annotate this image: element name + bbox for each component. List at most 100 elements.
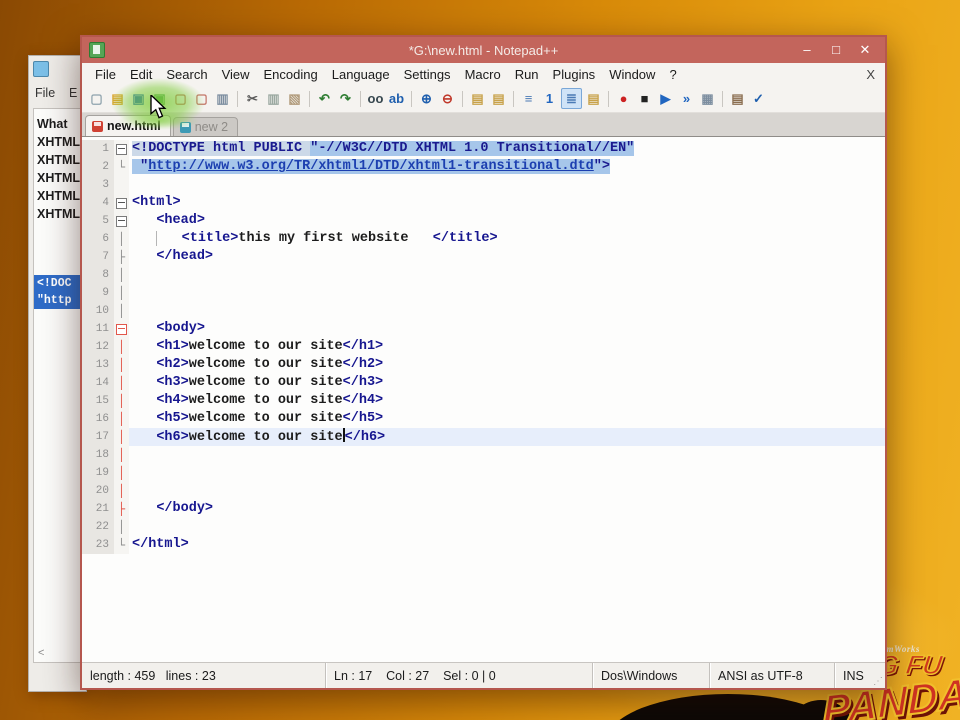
menu-item-window[interactable]: Window: [602, 67, 662, 82]
code-line[interactable]: <h3>welcome to our site</h3>: [129, 374, 885, 392]
copy-icon[interactable]: ▥: [264, 89, 283, 108]
cut-icon[interactable]: ✂: [243, 89, 262, 108]
document-map-icon[interactable]: ▤: [584, 89, 603, 108]
fold-margin[interactable]: │: [114, 446, 129, 464]
code-line[interactable]: <h5>welcome to our site</h5>: [129, 410, 885, 428]
fold-margin[interactable]: [114, 140, 129, 158]
code-line[interactable]: </body>: [129, 500, 885, 518]
fold-margin[interactable]: │: [114, 410, 129, 428]
fold-margin[interactable]: │: [114, 338, 129, 356]
line-number: 15: [82, 392, 114, 410]
maximize-button[interactable]: □: [826, 42, 846, 58]
code-line[interactable]: [129, 446, 885, 464]
code-editor[interactable]: 1 <!DOCTYPE html PUBLIC "-//W3C//DTD XHTM…: [82, 137, 885, 662]
fold-margin[interactable]: │: [114, 428, 129, 446]
fold-margin[interactable]: ├: [114, 500, 129, 518]
menu-item-file[interactable]: File: [88, 67, 123, 82]
code-line[interactable]: <!DOCTYPE html PUBLIC "-//W3C//DTD XHTML…: [129, 140, 885, 158]
code-line[interactable]: [129, 284, 885, 302]
window-title: *G:\new.html - Notepad++: [408, 42, 559, 58]
fold-margin[interactable]: │: [114, 374, 129, 392]
code-line[interactable]: <title>this my first website </title>: [129, 230, 885, 248]
show-all-characters-icon[interactable]: ≡: [519, 89, 538, 108]
background-window-menu[interactable]: File E: [35, 86, 77, 100]
menubar-close-icon[interactable]: X: [866, 67, 875, 82]
background-window[interactable]: File E What XHTML XHTML XHTML XHTML XHTML <!D…: [28, 55, 88, 692]
fold-collapse-icon[interactable]: [116, 323, 127, 335]
indent-guide-icon[interactable]: 1: [540, 89, 559, 108]
doc-switcher-icon[interactable]: ▤: [728, 89, 747, 108]
code-line[interactable]: [129, 302, 885, 320]
spell-check-icon[interactable]: ✓: [749, 89, 768, 108]
code-line[interactable]: <body>: [129, 320, 885, 338]
fold-collapse-icon[interactable]: [116, 215, 127, 227]
resize-grip[interactable]: ⋰: [873, 676, 883, 687]
code-line[interactable]: [129, 482, 885, 500]
zoom-out-icon[interactable]: ⊖: [438, 89, 457, 108]
replace-icon[interactable]: ab: [387, 89, 406, 108]
code-line[interactable]: <head>: [129, 212, 885, 230]
fold-margin[interactable]: │: [114, 266, 129, 284]
fold-margin[interactable]: [114, 320, 129, 338]
fold-margin[interactable]: │: [114, 230, 129, 248]
fold-line: │: [117, 340, 126, 354]
code-segment: </h3>: [342, 375, 384, 390]
save-macro-icon[interactable]: ▦: [698, 89, 717, 108]
code-line[interactable]: <h2>welcome to our site</h2>: [129, 356, 885, 374]
code-segment: </h4>: [342, 393, 384, 408]
code-line[interactable]: "http://www.w3.org/TR/xhtml1/DTD/xhtml1-…: [129, 158, 885, 176]
menu-item-settings[interactable]: Settings: [397, 67, 458, 82]
menu-item-macro[interactable]: Macro: [458, 67, 508, 82]
close-button[interactable]: ✕: [855, 42, 875, 58]
code-line[interactable]: </head>: [129, 248, 885, 266]
start-recording-icon[interactable]: ●: [614, 89, 633, 108]
find-icon[interactable]: oo: [366, 89, 385, 108]
restore-fullscreen-icon[interactable]: ▤: [468, 89, 487, 108]
code-line[interactable]: <h4>welcome to our site</h4>: [129, 392, 885, 410]
fold-margin[interactable]: [114, 212, 129, 230]
menu-item-plugins[interactable]: Plugins: [546, 67, 603, 82]
post-it-icon[interactable]: ▤: [489, 89, 508, 108]
menu-item-help[interactable]: ?: [662, 67, 683, 82]
menu-item-language[interactable]: Language: [325, 67, 397, 82]
redo-icon[interactable]: ↷: [336, 89, 355, 108]
playback-icon[interactable]: ▶: [656, 89, 675, 108]
new-file-icon[interactable]: ▢: [87, 89, 106, 108]
fold-margin[interactable]: └: [114, 158, 129, 176]
code-line[interactable]: <html>: [129, 194, 885, 212]
undo-icon[interactable]: ↶: [315, 89, 334, 108]
fold-margin[interactable]: │: [114, 518, 129, 536]
title-bar[interactable]: *G:\new.html - Notepad++ – □ ✕: [82, 37, 885, 63]
function-list-icon[interactable]: ≣: [561, 88, 582, 109]
fold-margin[interactable]: [114, 194, 129, 212]
zoom-in-icon[interactable]: ⊕: [417, 89, 436, 108]
stop-recording-icon[interactable]: ■: [635, 89, 654, 108]
fold-collapse-icon[interactable]: [116, 197, 127, 209]
minimize-button[interactable]: –: [797, 42, 817, 58]
fold-margin[interactable]: │: [114, 302, 129, 320]
code-line[interactable]: [129, 266, 885, 284]
fold-collapse-icon[interactable]: [116, 143, 127, 155]
code-segment: </title>: [432, 231, 498, 246]
scroll-left-arrow[interactable]: <: [38, 647, 44, 659]
menu-item-run[interactable]: Run: [508, 67, 546, 82]
fold-margin[interactable]: │: [114, 392, 129, 410]
fold-margin[interactable]: │: [114, 356, 129, 374]
print-icon[interactable]: ▥: [213, 89, 232, 108]
code-line[interactable]: [129, 176, 885, 194]
paste-icon[interactable]: ▧: [285, 89, 304, 108]
fold-margin[interactable]: │: [114, 464, 129, 482]
code-line[interactable]: <h1>welcome to our site</h1>: [129, 338, 885, 356]
menu-item-encoding[interactable]: Encoding: [257, 67, 325, 82]
code-line[interactable]: [129, 518, 885, 536]
fold-margin[interactable]: │: [114, 284, 129, 302]
fold-margin[interactable]: [114, 176, 129, 194]
code-line[interactable]: </html>: [129, 536, 885, 554]
fold-margin[interactable]: └: [114, 536, 129, 554]
menu-item-view[interactable]: View: [215, 67, 257, 82]
fold-margin[interactable]: │: [114, 482, 129, 500]
run-macro-multiple-icon[interactable]: »: [677, 89, 696, 108]
fold-margin[interactable]: ├: [114, 248, 129, 266]
code-line[interactable]: [129, 464, 885, 482]
code-line[interactable]: <h6>welcome to our site </h6>: [129, 428, 885, 446]
